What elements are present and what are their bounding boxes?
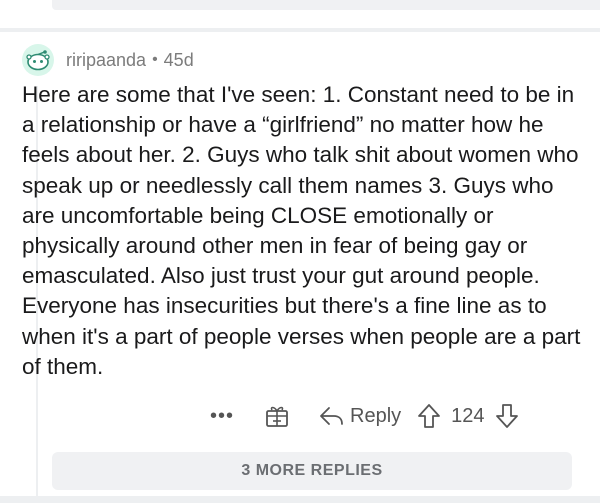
previous-comment-box [52,0,600,10]
section-divider [0,28,600,32]
bottom-divider [0,496,600,503]
reply-button[interactable]: Reply [318,405,401,428]
comment-actions: ••• Reply 124 [210,400,519,432]
downvote-arrow-icon[interactable] [495,403,519,429]
upvote-arrow-icon[interactable] [417,403,441,429]
username-link[interactable]: riripaanda [66,50,146,71]
more-replies-button[interactable]: 3 MORE REPLIES [52,452,572,490]
avatar[interactable] [22,44,54,76]
more-options-button[interactable]: ••• [210,405,234,428]
vote-controls: 124 [417,403,518,429]
award-gift-icon[interactable] [264,403,290,429]
comment-age: 45d [163,49,194,70]
comment-header: riripaanda • 45d [22,44,194,76]
comment-body: Here are some that I've seen: 1. Constan… [22,82,581,379]
reply-arrow-icon [320,407,343,425]
reply-label: Reply [350,404,402,427]
meta-separator: • [152,51,158,68]
previous-comment-area [0,0,600,29]
vote-count: 124 [451,404,485,427]
snoo-avatar-icon [26,50,50,71]
